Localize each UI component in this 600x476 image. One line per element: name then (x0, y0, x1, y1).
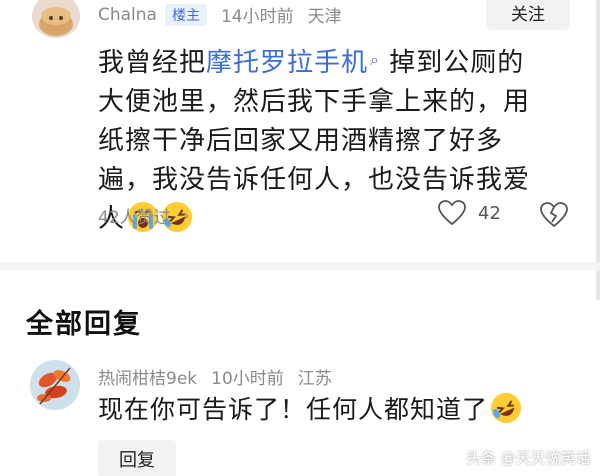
chevron-right-icon[interactable]: › (183, 206, 190, 226)
heart-icon[interactable] (438, 200, 466, 226)
comment-location: 天津 (307, 7, 342, 27)
reply-location: 江苏 (297, 369, 332, 389)
dislike-button[interactable] (540, 202, 568, 232)
likes-text[interactable]: 42人赞过 (98, 203, 171, 228)
comment-username[interactable]: Chalna (98, 5, 157, 25)
search-link-text[interactable]: 摩托罗拉手机 (206, 48, 368, 78)
broken-heart-icon[interactable] (540, 202, 568, 228)
like-button[interactable]: 42 (438, 200, 501, 226)
reply-time: 10小时前 (211, 369, 284, 389)
search-icon[interactable]: ⌕ (370, 50, 380, 69)
scrollbar[interactable] (596, 0, 600, 300)
watermark: 头条 @天天悦笑话 (466, 449, 591, 467)
comment-meta: Chalna 楼主 14小时前 天津 (98, 2, 342, 27)
avatar[interactable] (32, 0, 80, 38)
avatar[interactable] (30, 360, 80, 410)
replies-section-title: 全部回复 (26, 309, 142, 340)
reply-meta: 热闹柑桔9ek 10小时前 江苏 (98, 364, 332, 389)
like-count: 42 (478, 202, 501, 224)
follow-button[interactable]: 关注 (486, 0, 570, 30)
rolling-laughing-face-icon (490, 392, 522, 424)
author-badge: 楼主 (164, 3, 207, 26)
section-divider (0, 262, 600, 270)
comment-time: 14小时前 (220, 7, 294, 27)
likes-summary[interactable]: 42人赞过 › (98, 203, 190, 229)
search-link[interactable]: 摩托罗拉手机 ⌕ (206, 48, 380, 78)
reply-button[interactable]: 回复 (98, 440, 176, 476)
reply-text: 现在你可告诉了！任何人都知道了 (98, 392, 522, 428)
comment-text-before: 我曾经把 (98, 48, 207, 78)
reply-username[interactable]: 热闹柑桔9ek (98, 364, 197, 389)
reply-text-content: 现在你可告诉了！任何人都知道了 (98, 395, 489, 424)
